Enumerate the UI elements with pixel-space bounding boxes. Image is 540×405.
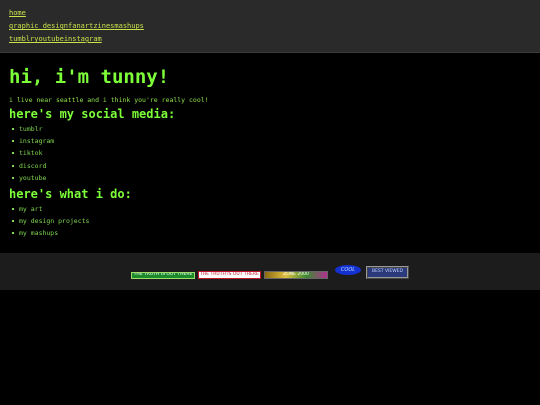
social-link-discord[interactable]: discord (9, 160, 531, 172)
nav-link-tumblr[interactable]: tumblr (9, 33, 34, 46)
work-link-design-projects[interactable]: my design projects (9, 215, 531, 227)
badge-truth-1[interactable]: THE TRUTH IS OUT THERE (131, 272, 195, 279)
footer-badges: THE TRUTH IS OUT THERE THE TRUTH IS OUT … (0, 253, 540, 290)
social-link-youtube[interactable]: youtube (9, 172, 531, 184)
badge-truth-2[interactable]: THE TRUTH IS OUT THERE (198, 271, 261, 279)
nav-row-2: graphic design fanart zines mashups (9, 20, 531, 33)
social-link-tumblr[interactable]: tumblr (9, 123, 531, 135)
badge-cool[interactable]: COOL (335, 265, 361, 275)
nav-row-3: tumblr youtube instagram (9, 33, 531, 46)
work-heading: here's what i do: (9, 187, 132, 202)
nav-row-1: home (9, 7, 531, 20)
top-navigation: home graphic design fanart zines mashups… (0, 0, 540, 53)
nav-link-mashups[interactable]: mashups (114, 20, 144, 33)
nav-link-fanart[interactable]: fanart (68, 20, 93, 33)
intro-text: i live near seattle and i think you're r… (9, 96, 209, 104)
page-title: hi, i'm tunny! (9, 66, 170, 88)
social-links-list: tumblr instagram tiktok discord youtube (9, 123, 531, 184)
work-link-mashups[interactable]: my mashups (9, 227, 531, 239)
work-link-art[interactable]: my art (9, 203, 531, 215)
nav-link-instagram[interactable]: instagram (64, 33, 102, 46)
social-heading: here's my social media: (9, 107, 176, 121)
social-link-instagram[interactable]: instagram (9, 135, 531, 147)
nav-link-graphic-design[interactable]: graphic design (9, 20, 68, 33)
social-link-tiktok[interactable]: tiktok (9, 147, 531, 159)
nav-link-home[interactable]: home (9, 7, 26, 20)
badge-best-viewed[interactable]: BEST VIEWED (366, 266, 409, 279)
badge-zone[interactable]: ZONE 2000 (264, 271, 328, 279)
nav-link-youtube[interactable]: youtube (34, 33, 64, 46)
nav-link-zines[interactable]: zines (93, 20, 114, 33)
main-content: hi, i'm tunny! i live near seattle and i… (0, 65, 540, 240)
work-links-list: my art my design projects my mashups (9, 203, 531, 240)
